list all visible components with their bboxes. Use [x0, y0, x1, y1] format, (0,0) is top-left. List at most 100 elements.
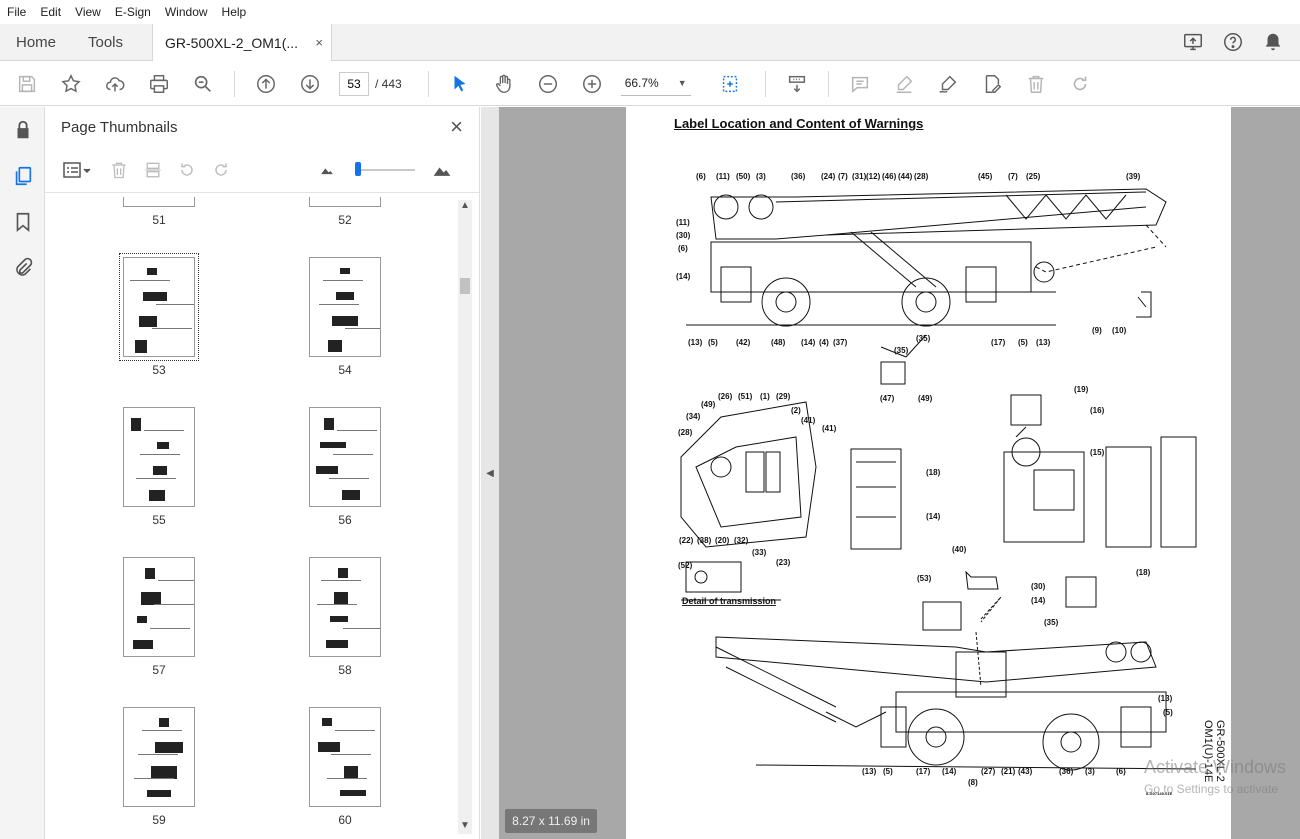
label-callout-top: (44) [898, 172, 913, 181]
upload-cloud-icon[interactable] [100, 69, 130, 99]
large-thumbnail-icon [427, 158, 457, 182]
label-callout-top: (17) [991, 338, 1006, 347]
tab-document[interactable]: GR-500XL-2_OM1(... × [152, 24, 332, 61]
label-callout-top: (39) [1126, 172, 1141, 181]
delete-icon[interactable] [1021, 69, 1051, 99]
fit-page-icon[interactable] [715, 69, 745, 99]
label-callout-middle: (14) [926, 512, 941, 521]
label-callout-top: (35) [916, 334, 931, 343]
menu-help[interactable]: Help [215, 5, 254, 19]
close-panel-icon[interactable]: × [450, 114, 463, 140]
label-callout-middle: (33) [752, 548, 767, 557]
label-callout-top: (31) [852, 172, 867, 181]
hand-tool-icon[interactable] [489, 69, 519, 99]
select-cursor-icon[interactable] [445, 69, 475, 99]
menu-view[interactable]: View [68, 5, 108, 19]
page-thumbnail[interactable]: 52 [309, 197, 381, 227]
share-screen-icon[interactable] [1180, 29, 1206, 55]
menu-edit[interactable]: Edit [33, 5, 68, 19]
page-thumbnail[interactable]: 51 [123, 197, 195, 227]
label-callout-middle: (53) [917, 574, 932, 583]
label-callout-top: (14) [801, 338, 816, 347]
redo-icon[interactable] [1065, 69, 1095, 99]
thumbnail-content-mark [147, 268, 157, 275]
total-pages-label: / 443 [375, 76, 402, 91]
bookmark-star-icon[interactable] [56, 69, 86, 99]
notification-bell-icon[interactable] [1260, 29, 1286, 55]
thumbnail-content-mark [153, 466, 167, 475]
label-callout-top: (10) [1112, 326, 1127, 335]
tab-home[interactable]: Home [0, 24, 72, 60]
menu-bar: File Edit View E-Sign Window Help [0, 0, 1300, 24]
zoom-search-icon[interactable] [188, 69, 218, 99]
thumbnail-content-mark [147, 790, 171, 797]
thumbnail-page-preview [123, 707, 195, 807]
label-callout-top: (35) [894, 346, 909, 355]
label-callout-top: (7) [838, 172, 848, 181]
page-thumbnail[interactable]: 54 [309, 257, 381, 377]
lock-icon[interactable] [0, 107, 45, 153]
help-icon[interactable] [1220, 29, 1246, 55]
print-icon[interactable] [144, 69, 174, 99]
thumbnail-content-mark [138, 754, 178, 755]
menu-esign[interactable]: E-Sign [108, 5, 158, 19]
zoom-level-select[interactable]: 66.7% ▼ [620, 72, 691, 96]
label-callout-top: (28) [914, 172, 929, 181]
edit-pdf-icon[interactable] [977, 69, 1007, 99]
slider-handle[interactable] [355, 161, 361, 176]
highlight-pen-icon[interactable] [889, 69, 919, 99]
scroll-up-icon[interactable]: ▲ [458, 200, 472, 214]
scrollbar-handle[interactable] [460, 278, 470, 294]
zoom-in-icon[interactable] [577, 69, 607, 99]
menu-file[interactable]: File [0, 5, 33, 19]
label-callout-middle: (41) [822, 424, 837, 433]
page-thumbnail[interactable]: 58 [309, 557, 381, 677]
thumbnail-content-mark [159, 718, 169, 727]
next-page-icon[interactable] [295, 69, 325, 99]
page-thumbnail[interactable]: 53 [119, 253, 199, 377]
label-callout-middle: (23) [776, 558, 791, 567]
options-menu-icon[interactable] [57, 158, 97, 182]
sign-pen-icon[interactable] [933, 69, 963, 99]
thumbnail-content-mark [328, 340, 342, 352]
page-thumbnail[interactable]: 57 [123, 557, 195, 677]
close-tab-icon[interactable]: × [315, 35, 323, 50]
thumbnail-content-mark [345, 328, 380, 329]
comment-icon[interactable] [845, 69, 875, 99]
scroll-down-icon[interactable]: ▼ [458, 820, 472, 834]
thumbnail-content-mark [321, 580, 361, 581]
scroll-mode-icon[interactable] [782, 69, 812, 99]
collapse-panel-icon[interactable]: ◀ [481, 107, 499, 839]
attachments-icon[interactable] [0, 245, 45, 291]
thumbnail-page-number: 54 [338, 363, 352, 377]
thumbnail-page-number: 57 [152, 663, 166, 677]
save-icon[interactable] [12, 69, 42, 99]
thumbnail-scrollbar[interactable]: ▲ ▼ [458, 200, 472, 834]
bookmarks-icon[interactable] [0, 199, 45, 245]
thumbnail-size-slider[interactable] [355, 161, 415, 176]
previous-page-icon[interactable] [251, 69, 281, 99]
label-callout-top: (11) [676, 218, 690, 227]
thumbnail-list: 51 52 53 54 55 56 57 58 59 60 [45, 197, 455, 839]
page-thumbnails-icon[interactable] [0, 153, 45, 199]
label-callout-bottom: (5) [1163, 708, 1173, 717]
extract-page-icon[interactable] [141, 158, 165, 182]
zoom-out-icon[interactable] [533, 69, 563, 99]
page-thumbnail[interactable]: 60 [309, 707, 381, 827]
tab-tools[interactable]: Tools [72, 24, 152, 60]
thumbnail-content-mark [329, 478, 369, 479]
menu-window[interactable]: Window [158, 5, 215, 19]
page-thumbnail[interactable]: 55 [123, 407, 195, 527]
label-callout-middle: (34) [686, 412, 701, 421]
label-callout-bottom: (3) [1085, 767, 1095, 776]
thumbnail-page-number: 51 [152, 213, 166, 227]
thumbnail-content-mark [144, 430, 184, 431]
thumbnail-content-mark [137, 616, 147, 623]
page-thumbnail[interactable]: 56 [309, 407, 381, 527]
current-page-input[interactable] [339, 71, 369, 96]
thumbnail-content-mark [156, 304, 194, 305]
rotate-left-icon[interactable] [175, 158, 199, 182]
delete-page-icon[interactable] [107, 158, 131, 182]
page-thumbnail[interactable]: 59 [123, 707, 195, 827]
rotate-right-icon[interactable] [209, 158, 233, 182]
